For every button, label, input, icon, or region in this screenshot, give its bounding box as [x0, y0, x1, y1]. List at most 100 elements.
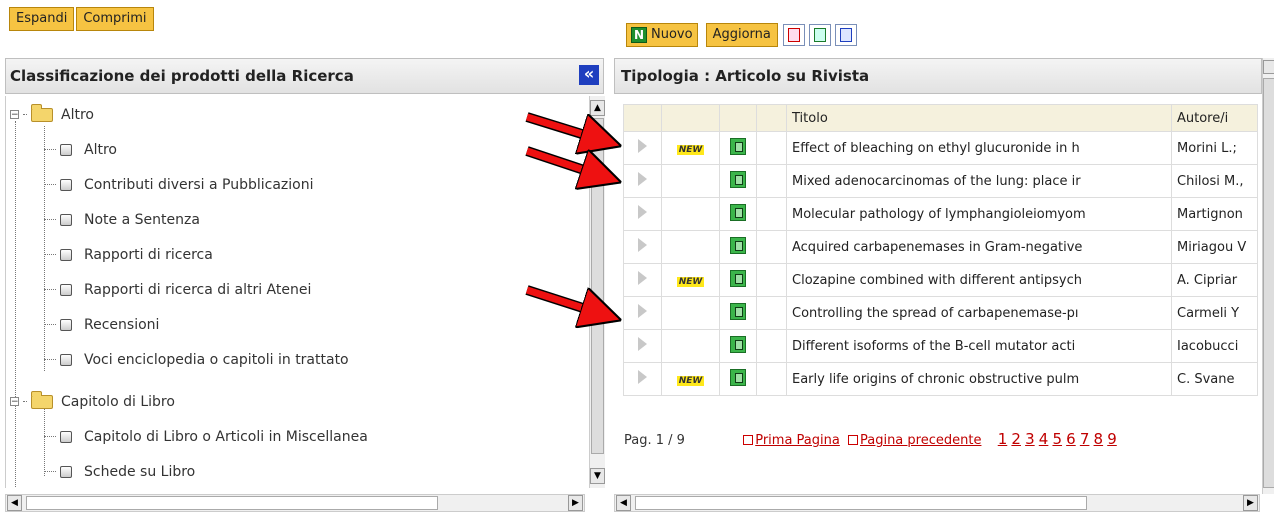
collapse-panel-icon[interactable]: « — [579, 65, 599, 85]
open-record-icon[interactable] — [638, 370, 647, 384]
lock-icon[interactable] — [730, 203, 746, 221]
scroll-thumb[interactable] — [1263, 78, 1274, 488]
table-row[interactable]: Molecular pathology of lymphangioleiomyo… — [623, 197, 1258, 231]
open-record-icon[interactable] — [638, 304, 647, 318]
collapse-button[interactable]: Comprimi — [76, 7, 154, 31]
title-cell: Controlling the spread of carbapenemase-… — [786, 296, 1172, 330]
scroll-thumb[interactable] — [591, 118, 604, 454]
left-panel-title: Classificazione dei prodotti della Ricer… — [10, 67, 354, 85]
left-horizontal-scrollbar[interactable]: ◀ ▶ — [5, 494, 585, 512]
open-record-icon[interactable] — [638, 205, 647, 219]
header-cell — [719, 104, 757, 132]
collapse-node-icon[interactable]: − — [10, 110, 19, 120]
tree-item[interactable]: Schede su Libro — [44, 454, 195, 488]
new-button-label: Nuovo — [651, 27, 693, 42]
tree-folder-capitolo[interactable]: − Capitolo di Libro — [10, 384, 175, 419]
page-link[interactable]: 2 — [1011, 430, 1021, 448]
tree-label: Capitolo di Libro o Articoli in Miscella… — [84, 428, 368, 445]
pdf-export-icon[interactable] — [782, 24, 805, 46]
scroll-up-icon[interactable]: ▲ — [590, 100, 605, 116]
table-row[interactable]: NEW Effect of bleaching on ethyl glucuro… — [623, 131, 1258, 165]
scroll-up-icon[interactable] — [1263, 60, 1274, 74]
table-row[interactable]: Controlling the spread of carbapenemase-… — [623, 296, 1258, 330]
previous-page-icon — [847, 435, 858, 445]
page-link[interactable]: 6 — [1066, 430, 1076, 448]
tree-item[interactable]: Rapporti di ricerca — [44, 237, 213, 272]
authors-cell: Miriagou V — [1171, 230, 1258, 264]
document-icon — [60, 353, 72, 366]
lock-icon[interactable] — [730, 170, 746, 188]
title-cell: Molecular pathology of lymphangioleiomyo… — [786, 197, 1172, 231]
table-row[interactable]: Acquired carbapenemases in Gram-negative… — [623, 230, 1258, 264]
page-link[interactable]: 9 — [1107, 430, 1117, 448]
table-row[interactable]: Different isoforms of the B-cell mutator… — [623, 329, 1258, 363]
right-toolbar: N Nuovo Aggiorna — [626, 23, 857, 47]
open-record-icon[interactable] — [638, 271, 647, 285]
authors-cell: Martignon — [1171, 197, 1258, 231]
table-row[interactable]: Mixed adenocarcinomas of the lung: place… — [623, 164, 1258, 198]
tree-label: Capitolo di Libro — [61, 393, 175, 410]
lock-icon[interactable] — [730, 137, 746, 155]
page-link[interactable]: 4 — [1039, 430, 1049, 448]
authors-cell: Iacobucci — [1171, 329, 1258, 363]
tree-item[interactable]: Voci enciclopedia o capitoli in trattato — [44, 342, 349, 377]
document-icon — [60, 178, 72, 191]
lock-icon[interactable] — [730, 335, 746, 353]
scroll-thumb[interactable] — [26, 496, 438, 510]
tree-item[interactable]: Altro — [44, 132, 117, 167]
page-link[interactable]: 8 — [1094, 430, 1104, 448]
tree-item[interactable]: Note a Sentenza — [44, 202, 200, 237]
left-panel-header: Classificazione dei prodotti della Ricer… — [5, 58, 604, 94]
left-vertical-scrollbar[interactable]: ▲ ▼ — [589, 96, 605, 488]
expand-button[interactable]: Espandi — [9, 7, 75, 31]
page-link[interactable]: 5 — [1052, 430, 1062, 448]
title-cell: Different isoforms of the B-cell mutator… — [786, 329, 1172, 363]
tree-item[interactable]: Contributi diversi a Pubblicazioni — [44, 167, 314, 202]
page-link[interactable]: 7 — [1080, 430, 1090, 448]
tree-label: Altro — [61, 106, 94, 123]
tree-item[interactable]: Recensioni — [44, 307, 159, 342]
scroll-down-icon[interactable]: ▼ — [590, 468, 605, 484]
collapse-node-icon[interactable]: − — [10, 397, 19, 407]
table-header-row: Titolo Autore/i — [623, 104, 1258, 132]
new-badge: NEW — [676, 144, 705, 155]
open-record-icon[interactable] — [638, 337, 647, 351]
lock-icon[interactable] — [730, 236, 746, 254]
column-header-title[interactable]: Titolo — [786, 104, 1172, 132]
tree-label: Voci enciclopedia o capitoli in trattato — [84, 351, 349, 368]
column-header-authors[interactable]: Autore/i — [1171, 104, 1258, 132]
right-vertical-scrollbar[interactable] — [1262, 58, 1274, 494]
excel-export-icon[interactable] — [808, 24, 831, 46]
title-cell: Acquired carbapenemases in Gram-negative — [786, 230, 1172, 264]
word-export-icon[interactable] — [834, 24, 857, 46]
lock-icon[interactable] — [730, 368, 746, 386]
open-record-icon[interactable] — [638, 172, 647, 186]
page-link[interactable]: 1 — [998, 430, 1008, 448]
table-row[interactable]: NEW Clozapine combined with different an… — [623, 263, 1258, 297]
open-record-icon[interactable] — [638, 139, 647, 153]
lock-icon[interactable] — [730, 269, 746, 287]
open-record-icon[interactable] — [638, 238, 647, 252]
authors-cell: A. Cipriar — [1171, 263, 1258, 297]
previous-page-link[interactable]: Pagina precedente — [860, 433, 981, 448]
scroll-left-icon[interactable]: ◀ — [7, 495, 22, 511]
new-badge: NEW — [676, 276, 705, 287]
left-toolbar: Espandi Comprimi — [9, 7, 154, 31]
scroll-left-icon[interactable]: ◀ — [616, 495, 631, 511]
page-link[interactable]: 3 — [1025, 430, 1035, 448]
scroll-right-icon[interactable]: ▶ — [1243, 495, 1258, 511]
scroll-thumb[interactable] — [635, 496, 1087, 510]
tree-item[interactable]: Capitolo di Libro o Articoli in Miscella… — [44, 419, 368, 454]
folder-open-icon — [31, 390, 53, 409]
scroll-right-icon[interactable]: ▶ — [568, 495, 583, 511]
lock-icon[interactable] — [730, 302, 746, 320]
table-row[interactable]: NEW Early life origins of chronic obstru… — [623, 362, 1258, 396]
new-button[interactable]: N Nuovo — [626, 23, 698, 47]
tree-item[interactable]: Rapporti di ricerca di altri Atenei — [44, 272, 311, 307]
tree-guide-line — [15, 121, 16, 488]
tree-folder-altro[interactable]: − Altro — [10, 97, 94, 132]
authors-cell: Morini L.; — [1171, 131, 1258, 165]
refresh-button[interactable]: Aggiorna — [705, 23, 778, 47]
first-page-link[interactable]: Prima Pagina — [755, 433, 840, 448]
right-horizontal-scrollbar[interactable]: ◀ ▶ — [614, 494, 1260, 512]
